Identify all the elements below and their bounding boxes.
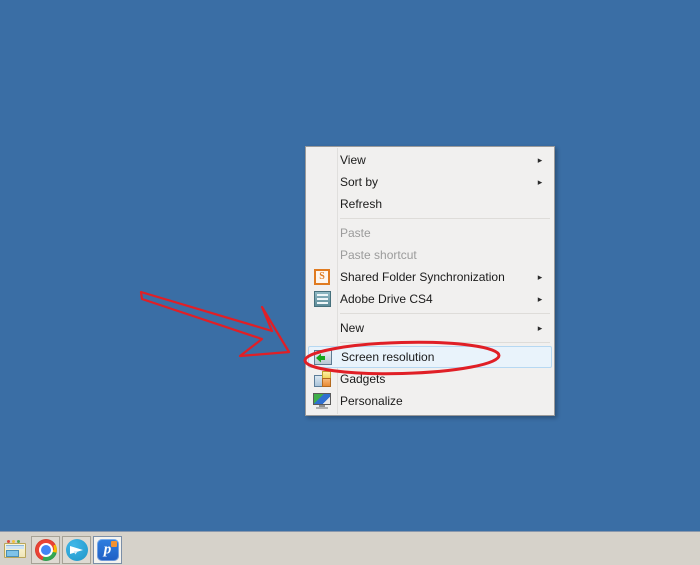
chevron-right-icon: ▸ <box>537 176 543 187</box>
shared-folder-sync-icon: S <box>314 269 330 285</box>
menu-item-view[interactable]: View ▸ <box>308 149 552 171</box>
menu-item-paste: Paste <box>308 222 552 244</box>
menu-separator <box>340 313 550 314</box>
menu-item-label: Adobe Drive CS4 <box>340 292 433 306</box>
menu-item-sort-by[interactable]: Sort by ▸ <box>308 171 552 193</box>
screen: View ▸ Sort by ▸ Refresh Paste Paste sho… <box>0 0 700 565</box>
menu-separator <box>340 218 550 219</box>
menu-item-label: View <box>340 153 366 167</box>
menu-item-icon-wrap <box>308 391 336 411</box>
blue-app-glyph: р <box>103 541 112 557</box>
quick-launch-explorer[interactable] <box>0 536 29 564</box>
menu-item-icon-wrap <box>308 289 336 309</box>
menu-item-screen-resolution[interactable]: Screen resolution <box>308 346 552 368</box>
menu-item-icon-placeholder <box>308 150 336 170</box>
chevron-right-icon: ▸ <box>537 322 543 333</box>
personalize-icon <box>313 393 331 409</box>
menu-item-label: Refresh <box>340 197 383 211</box>
menu-item-icon-wrap <box>308 369 336 389</box>
taskbar-telegram[interactable] <box>62 535 91 564</box>
menu-item-refresh[interactable]: Refresh <box>308 193 552 215</box>
telegram-icon <box>65 538 88 561</box>
menu-item-icon-placeholder <box>308 318 336 338</box>
taskbar-chrome[interactable] <box>31 535 60 564</box>
screen-resolution-icon <box>314 349 332 365</box>
menu-item-icon-placeholder <box>308 194 336 214</box>
menu-item-label: New <box>340 321 365 335</box>
desktop-context-menu[interactable]: View ▸ Sort by ▸ Refresh Paste Paste sho… <box>305 146 555 416</box>
windows-explorer-icon <box>3 540 26 559</box>
menu-item-icon-wrap: S <box>308 267 336 287</box>
menu-item-paste-shortcut: Paste shortcut <box>308 244 552 266</box>
menu-item-icon-placeholder <box>308 223 336 243</box>
menu-item-shared-folder-synchronization[interactable]: S Shared Folder Synchronization ▸ <box>308 266 552 288</box>
menu-item-new[interactable]: New ▸ <box>308 317 552 339</box>
desktop-top-edge <box>0 0 700 2</box>
chrome-icon <box>34 538 57 561</box>
chevron-right-icon: ▸ <box>537 271 543 282</box>
blue-app-icon: р <box>96 538 119 561</box>
menu-item-label: Paste shortcut <box>340 248 417 262</box>
taskbar-app4[interactable]: р <box>93 535 122 564</box>
gadgets-icon <box>313 371 331 387</box>
menu-item-icon-placeholder <box>308 245 336 265</box>
menu-item-label: Sort by <box>340 175 379 189</box>
menu-item-icon-wrap <box>309 347 337 367</box>
menu-item-label: Shared Folder Synchronization <box>340 270 505 284</box>
menu-item-icon-placeholder <box>308 172 336 192</box>
chevron-right-icon: ▸ <box>537 293 543 304</box>
quick-launch-bar[interactable]: р <box>0 535 124 564</box>
menu-item-adobe-drive-cs4[interactable]: Adobe Drive CS4 ▸ <box>308 288 552 310</box>
menu-item-label: Paste <box>340 226 371 240</box>
menu-item-label: Gadgets <box>340 372 386 386</box>
menu-separator <box>340 342 550 343</box>
menu-item-label: Personalize <box>340 394 403 408</box>
menu-item-gadgets[interactable]: Gadgets <box>308 368 552 390</box>
menu-item-personalize[interactable]: Personalize <box>308 390 552 412</box>
menu-item-label: Screen resolution <box>341 350 435 364</box>
taskbar[interactable]: р <box>0 531 700 565</box>
chevron-right-icon: ▸ <box>537 154 543 165</box>
adobe-drive-icon <box>313 291 331 307</box>
